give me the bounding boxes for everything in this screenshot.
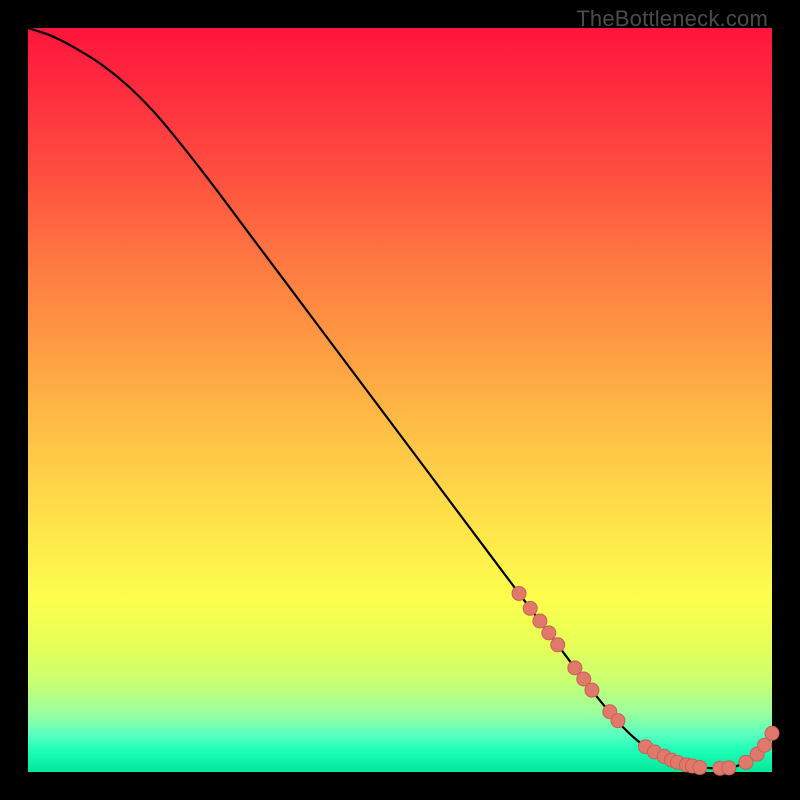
curve-marker xyxy=(585,683,599,697)
curve-marker xyxy=(722,761,736,775)
curve-marker xyxy=(693,761,707,775)
bottleneck-curve xyxy=(28,28,772,769)
chart-svg xyxy=(28,28,772,772)
curve-marker xyxy=(542,626,556,640)
curve-marker xyxy=(551,638,565,652)
curve-marker xyxy=(533,614,547,628)
curve-marker xyxy=(611,714,625,728)
curve-markers xyxy=(512,586,779,775)
curve-marker xyxy=(765,726,779,740)
curve-marker xyxy=(512,586,526,600)
curve-marker xyxy=(523,601,537,615)
